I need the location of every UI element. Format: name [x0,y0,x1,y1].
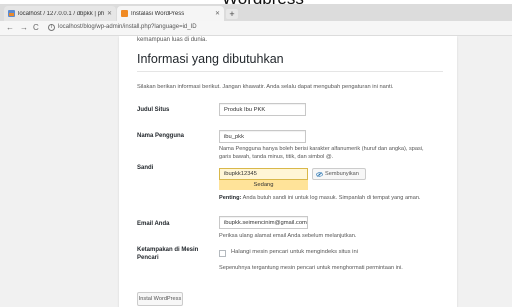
password-label: Sandi [137,165,154,171]
discourage-search-checkbox[interactable] [219,250,226,257]
tab-phpmyadmin[interactable]: localhost / 127.0.0.1 / dbpkk | ph ✕ [4,6,116,21]
site-title-input[interactable]: Produk Ibu PKK [219,103,306,116]
tab-wordpress-install[interactable]: Instalasi WordPress ✕ [117,6,224,21]
info-icon[interactable]: i [48,24,55,31]
phpmyadmin-icon [8,10,15,17]
install-panel: kemampuan luas di dunia. Informasi yang … [119,36,457,307]
reload-button[interactable]: C [33,23,39,32]
eye-slash-icon [316,171,323,177]
tab-label: localhost / 127.0.0.1 / dbpkk | ph [18,10,105,17]
close-icon[interactable]: ✕ [107,10,112,17]
search-visibility-label-2: Pencari [137,255,159,261]
password-strength-badge: Sedang [219,180,308,190]
page-viewport: kemampuan luas di dunia. Informasi yang … [0,36,512,307]
section-description: Silakan berikan informasi berikut. Janga… [137,84,394,90]
hide-password-button[interactable]: Sembunyikan [312,168,366,180]
new-tab-button[interactable]: + [226,9,238,19]
username-hint-1: Nama Pengguna hanya boleh berisi karakte… [219,146,424,152]
intro-text: kemampuan luas di dunia. [137,37,208,43]
url-field[interactable]: localhost/blog/wp-admin/install.php?lang… [58,24,197,30]
search-visibility-label-1: Ketampakan di Mesin [137,247,199,253]
back-button[interactable]: ← [6,23,14,32]
forward-button[interactable]: → [20,23,28,32]
username-label: Nama Pengguna [137,133,185,139]
address-bar: ← → C i localhost/blog/wp-admin/install.… [0,21,512,36]
discourage-search-label[interactable]: Halangi mesin pencari untuk mengindeks s… [231,249,358,255]
site-title-label: Judul Situs [137,107,170,113]
divider [137,71,443,72]
email-hint: Periksa ulang alamat email Anda sebelum … [219,233,357,239]
search-visibility-hint: Sepenuhnya tergantung mesin pencari untu… [219,265,403,271]
email-label: Email Anda [137,221,170,227]
email-input[interactable]: ibupkk.seimencinim@gmail.com [219,216,308,229]
password-input[interactable]: ibupkk12345 [219,168,308,180]
password-note-bold: Penting: [219,195,242,201]
browser-tab-bar: localhost / 127.0.0.1 / dbpkk | ph ✕ Ins… [0,4,512,21]
wordpress-icon [121,10,128,17]
install-wordpress-button[interactable]: Instal WordPress [137,292,183,306]
password-note: Penting: Anda butuh sandi ini untuk log … [219,195,421,201]
page-title: Informasi yang dibutuhkan [137,52,284,66]
close-icon[interactable]: ✕ [215,10,220,17]
username-hint-2: garis bawah, tanda minus, titik, dan sim… [219,154,334,160]
password-note-text: Anda butuh sandi ini untuk log masuk. Si… [241,195,421,201]
tab-label: Instalasi WordPress [131,10,185,17]
hide-password-label: Sembunyikan [325,171,359,177]
username-input[interactable]: ibu_pkk [219,130,306,143]
